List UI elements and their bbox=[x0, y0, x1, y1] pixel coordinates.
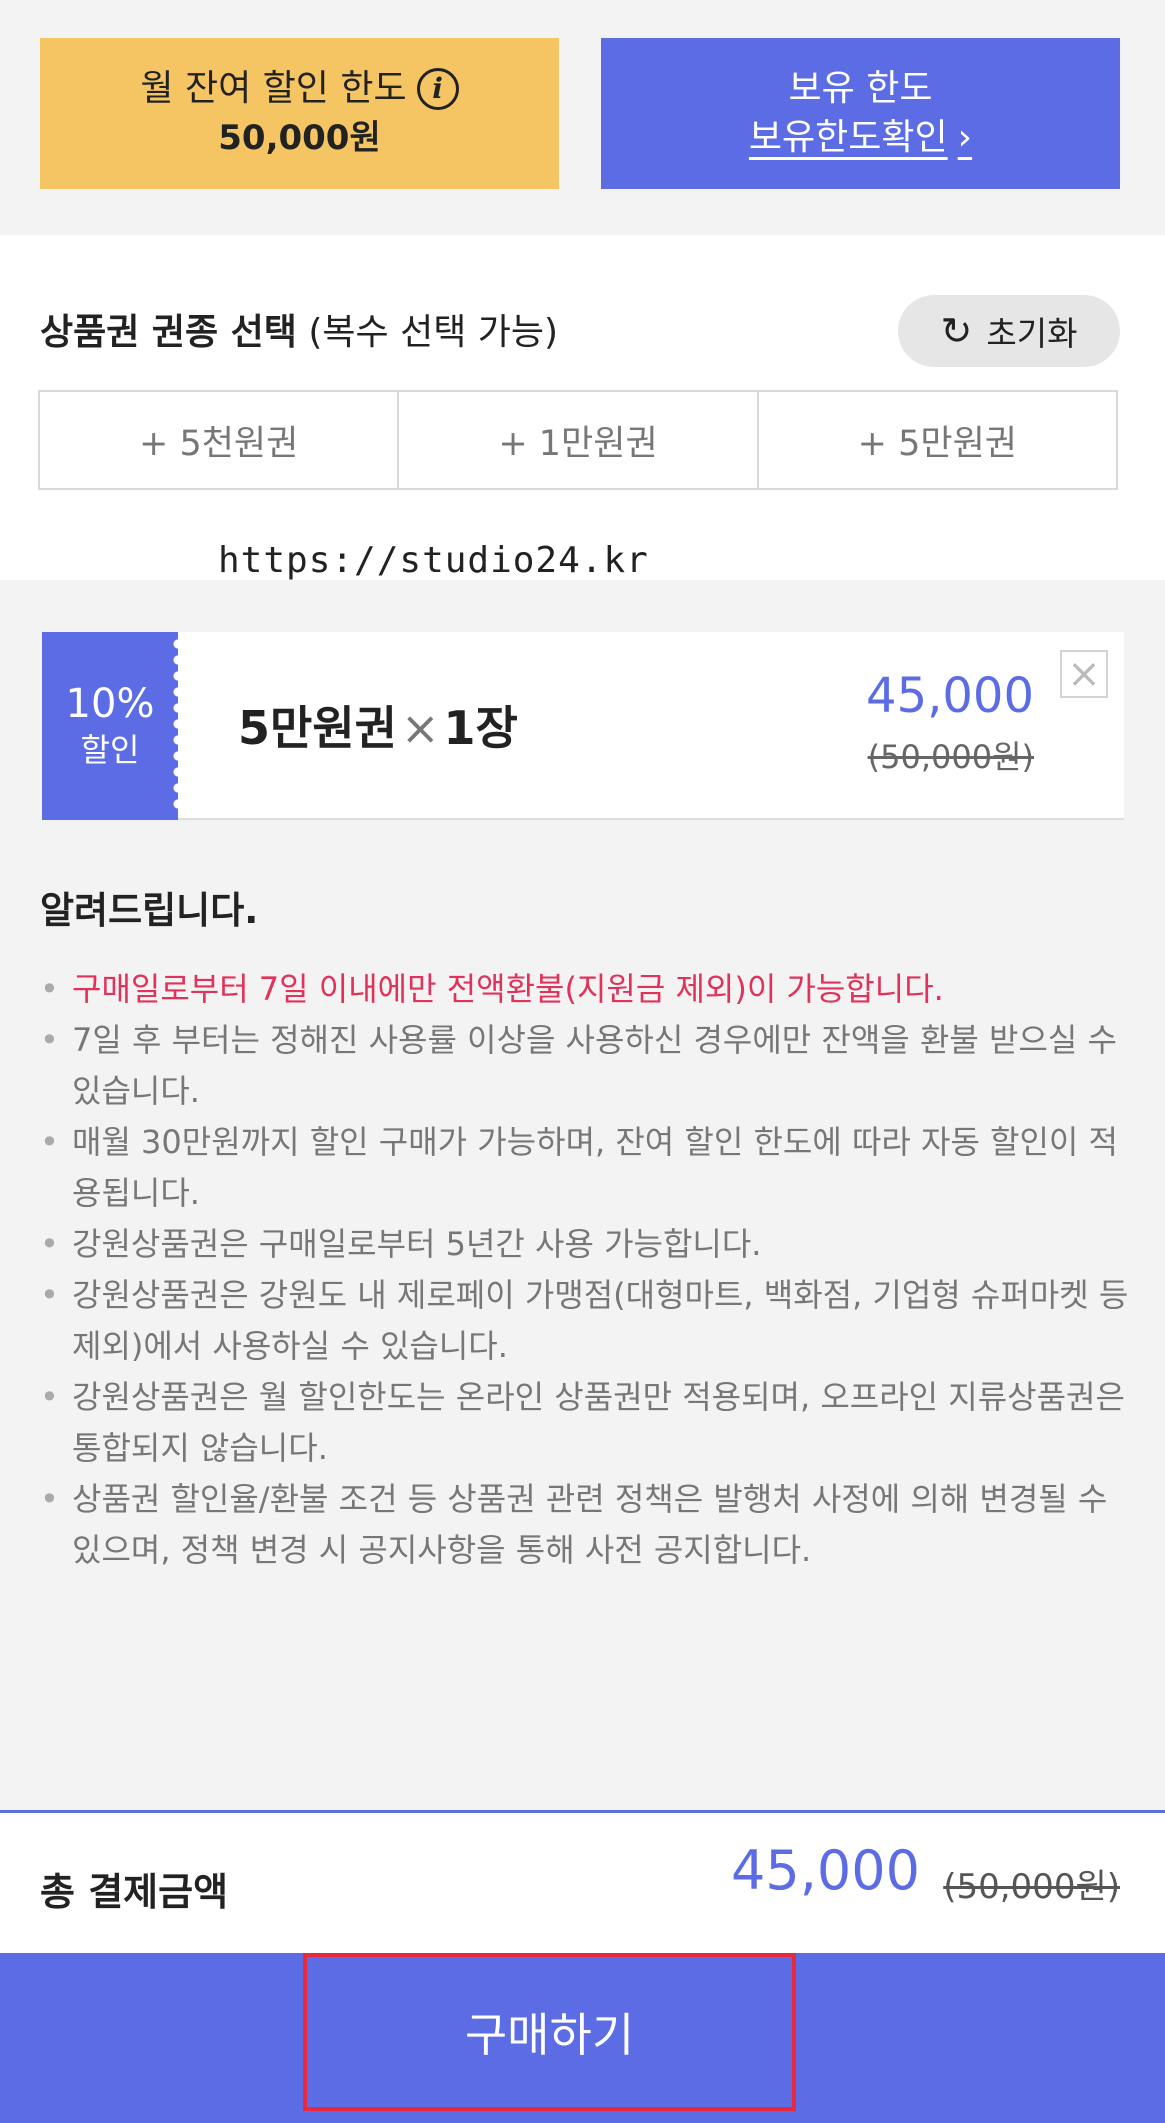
add-50000-voucher-button[interactable]: + 5만원권 bbox=[758, 392, 1116, 488]
monthly-limit-value: 50,000원 bbox=[218, 117, 381, 158]
denomination-selection: 상품권 권종 선택 (복수 선택 가능) ↻ 초기화 + 5천원권 + 1만원권… bbox=[0, 235, 1165, 581]
discount-label: 할인 bbox=[80, 731, 140, 769]
check-owned-limit-label: 보유한도확인 bbox=[748, 116, 948, 158]
discount-rate: 10% bbox=[65, 681, 155, 727]
purchase-bar: 구매하기 bbox=[0, 1953, 1165, 2123]
refresh-icon: ↻ bbox=[940, 309, 973, 353]
voucher-name: 5만원권×1장 bbox=[238, 692, 518, 758]
watermark-url: https://studio24.kr bbox=[218, 540, 649, 581]
voucher-quantity: 1장 bbox=[443, 701, 518, 755]
notice-item: 강원상품권은 월 할인한도는 온라인 상품권만 적용되며, 오프라인 지류상품권… bbox=[40, 1372, 1130, 1474]
total-payment-bar: 총 결제금액 45,000 (50,000원) bbox=[0, 1810, 1165, 1953]
chevron-right-icon: › bbox=[957, 116, 973, 158]
notice-title: 알려드립니다. bbox=[40, 889, 259, 932]
selection-title-note: (복수 선택 가능) bbox=[296, 312, 559, 353]
selected-voucher-card: 10% 할인 5만원권×1장 45,000 (50,000원) × bbox=[42, 632, 1124, 820]
notice-item: 구매일로부터 7일 이내에만 전액환불(지원금 제외)이 가능합니다. bbox=[40, 964, 1130, 1015]
denomination-buttons: + 5천원권 + 1만원권 + 5만원권 bbox=[38, 390, 1118, 490]
voucher-denomination: 5만원권 bbox=[238, 701, 397, 755]
reset-label: 초기화 bbox=[986, 314, 1078, 353]
selection-title: 상품권 권종 선택 (복수 선택 가능) bbox=[40, 303, 558, 355]
notice-item: 상품권 할인율/환불 조건 등 상품권 관련 정책은 발행처 사정에 의해 변경… bbox=[40, 1474, 1130, 1576]
limit-summary: 월 잔여 할인 한도 i 50,000원 보유 한도 보유한도확인 › bbox=[0, 0, 1165, 235]
monthly-limit-title-row: 월 잔여 할인 한도 i bbox=[140, 65, 459, 113]
add-5000-voucher-button[interactable]: + 5천원권 bbox=[40, 392, 400, 488]
voucher-original-price: (50,000원) bbox=[867, 738, 1034, 776]
discount-tag: 10% 할인 bbox=[42, 632, 184, 820]
notice-section: 알려드립니다. 구매일로부터 7일 이내에만 전액환불(지원금 제외)이 가능합… bbox=[40, 880, 1130, 1576]
close-icon[interactable]: × bbox=[1060, 650, 1108, 698]
times-icon: × bbox=[400, 701, 440, 755]
total-payment-price: 45,000 bbox=[731, 1839, 920, 1902]
notice-item: 강원상품권은 강원도 내 제로페이 가맹점(대형마트, 백화점, 기업형 슈퍼마… bbox=[40, 1270, 1130, 1372]
add-10000-voucher-button[interactable]: + 1만원권 bbox=[399, 392, 759, 488]
info-icon[interactable]: i bbox=[416, 67, 459, 110]
notice-item: 강원상품권은 구매일로부터 5년간 사용 가능합니다. bbox=[40, 1219, 1130, 1270]
notice-list: 구매일로부터 7일 이내에만 전액환불(지원금 제외)이 가능합니다. 7일 후… bbox=[40, 964, 1130, 1576]
owned-limit-title: 보유 한도 bbox=[788, 67, 933, 109]
reset-button[interactable]: ↻ 초기화 bbox=[898, 295, 1120, 367]
monthly-limit-title: 월 잔여 할인 한도 bbox=[140, 67, 407, 109]
notice-item: 매월 30만원까지 할인 구매가 가능하며, 잔여 할인 한도에 따라 자동 할… bbox=[40, 1117, 1130, 1219]
total-payment-label: 총 결제금액 bbox=[40, 1870, 229, 1914]
check-owned-limit-link[interactable]: 보유한도확인 › bbox=[749, 113, 972, 163]
monthly-discount-limit-box: 월 잔여 할인 한도 i 50,000원 bbox=[40, 38, 559, 189]
selection-title-main: 상품권 권종 선택 bbox=[40, 312, 297, 353]
total-original-price: (50,000원) bbox=[943, 1867, 1120, 1907]
owned-limit-box: 보유 한도 보유한도확인 › bbox=[601, 38, 1120, 189]
voucher-price: 45,000 bbox=[866, 668, 1034, 724]
purchase-button[interactable]: 구매하기 bbox=[303, 1953, 796, 2111]
notice-item: 7일 후 부터는 정해진 사용률 이상을 사용하신 경우에만 잔액을 환불 받으… bbox=[40, 1015, 1130, 1117]
